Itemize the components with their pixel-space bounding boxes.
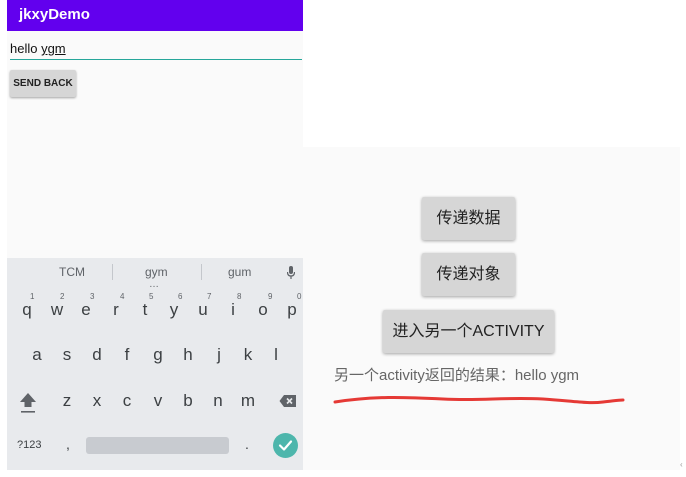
key-p[interactable]: p	[280, 300, 303, 320]
key-x[interactable]: x	[85, 391, 109, 411]
red-underline-annotation	[333, 395, 625, 405]
key-e[interactable]: e	[74, 300, 98, 320]
enter-another-activity-button[interactable]: 进入另一个ACTIVITY	[383, 310, 554, 353]
send-back-button[interactable]: SEND BACK	[10, 70, 76, 97]
app-bar: jkxyDemo	[7, 0, 303, 31]
message-input[interactable]: hello ygm	[10, 37, 302, 61]
key-j[interactable]: j	[207, 345, 231, 365]
comma-key[interactable]: ,	[66, 436, 70, 452]
soft-keyboard: TCM gym … gum 1 q 2 w 3 e 4 r 5 t 6 y 7 …	[7, 258, 303, 470]
pass-data-button[interactable]: 传递数据	[422, 197, 515, 240]
more-suggestions-dots: …	[149, 279, 159, 290]
key-r[interactable]: r	[104, 300, 128, 320]
suggestion-divider	[112, 264, 113, 280]
key-b[interactable]: b	[176, 391, 200, 411]
key-k[interactable]: k	[236, 345, 260, 365]
key-i[interactable]: i	[221, 300, 245, 320]
key-m[interactable]: m	[236, 391, 260, 411]
key-l[interactable]: l	[264, 345, 288, 365]
key-o[interactable]: o	[251, 300, 275, 320]
backspace-icon[interactable]	[279, 394, 297, 408]
key-g[interactable]: g	[146, 345, 170, 365]
key-q[interactable]: q	[15, 300, 39, 320]
microphone-icon[interactable]	[287, 266, 295, 280]
input-underline	[10, 59, 302, 60]
key-w[interactable]: w	[45, 300, 69, 320]
key-a[interactable]: a	[25, 345, 49, 365]
suggestion-2[interactable]: gym	[145, 265, 168, 279]
edge-mark: ‹	[680, 460, 683, 469]
key-t[interactable]: t	[133, 300, 157, 320]
suggestion-divider	[201, 264, 202, 280]
right-activity-screen: 传递数据 传递对象 进入另一个ACTIVITY 另一个activity返回的结果…	[303, 147, 680, 470]
enter-key[interactable]	[273, 433, 298, 458]
checkmark-icon	[278, 440, 293, 451]
key-h[interactable]: h	[176, 345, 200, 365]
space-key[interactable]	[86, 437, 229, 454]
left-phone-screen: jkxyDemo hello ygm SEND BACK TCM gym … g…	[7, 0, 303, 470]
app-title: jkxyDemo	[19, 6, 90, 23]
activity-result-text: 另一个activity返回的结果：hello ygm	[334, 367, 580, 384]
key-v[interactable]: v	[146, 391, 170, 411]
suggestion-1[interactable]: TCM	[59, 265, 85, 279]
key-u[interactable]: u	[191, 300, 215, 320]
message-text-composing: ygm	[41, 41, 66, 56]
suggestion-3[interactable]: gum	[228, 265, 251, 279]
key-n[interactable]: n	[206, 391, 230, 411]
key-s[interactable]: s	[55, 345, 79, 365]
period-key[interactable]: .	[245, 436, 249, 452]
key-c[interactable]: c	[115, 391, 139, 411]
message-input-text: hello ygm	[10, 41, 66, 56]
key-d[interactable]: d	[85, 345, 109, 365]
symbols-key[interactable]: ?123	[17, 439, 41, 451]
key-y[interactable]: y	[162, 300, 186, 320]
key-z[interactable]: z	[55, 391, 79, 411]
message-text-prefix: hello	[10, 41, 42, 56]
shift-icon[interactable]	[18, 391, 38, 415]
pass-object-button[interactable]: 传递对象	[422, 253, 515, 296]
key-f[interactable]: f	[115, 345, 139, 365]
